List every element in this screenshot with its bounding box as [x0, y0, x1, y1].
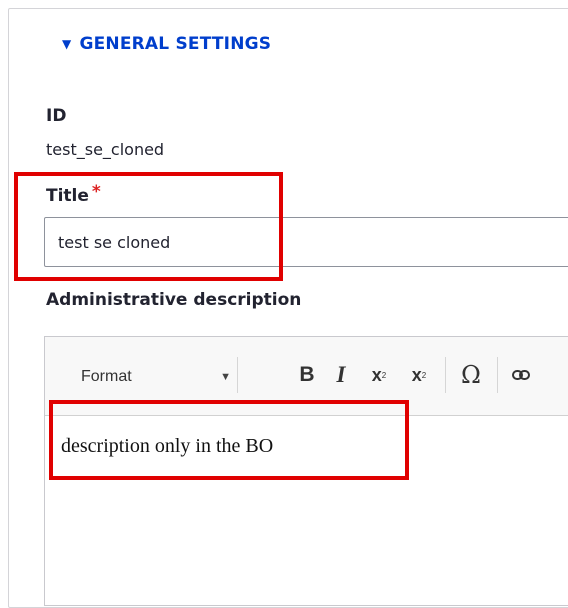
editor-content[interactable]: description only in the BO	[61, 435, 273, 458]
rich-text-editor: Format ▼ B I x2 x2 Ω description only in…	[44, 336, 568, 606]
italic-button[interactable]: I	[325, 359, 357, 391]
admin-description-label: Administrative description	[46, 290, 302, 310]
toolbar-separator	[445, 357, 446, 393]
format-dropdown[interactable]: Format ▼	[81, 363, 231, 391]
title-label-text: Title	[46, 186, 89, 206]
link-icon	[512, 370, 530, 380]
link-button[interactable]	[505, 359, 537, 391]
title-label: Title *	[46, 182, 101, 206]
special-character-button[interactable]: Ω	[455, 359, 487, 391]
title-input[interactable]	[44, 217, 568, 267]
caret-down-icon: ▼	[220, 371, 231, 383]
id-label: ID	[46, 106, 67, 126]
general-settings-toggle[interactable]: ▼ GENERAL SETTINGS	[62, 34, 271, 54]
subscript-mark: 2	[381, 370, 387, 380]
superscript-mark: 2	[421, 370, 427, 380]
bold-button[interactable]: B	[291, 359, 323, 391]
subscript-glyph: x	[371, 364, 382, 385]
superscript-button[interactable]: x2	[403, 359, 435, 391]
toolbar-separator	[497, 357, 498, 393]
editor-toolbar: Format ▼ B I x2 x2 Ω	[45, 337, 568, 416]
superscript-glyph: x	[411, 364, 422, 385]
format-dropdown-label: Format	[81, 368, 132, 385]
id-value: test_se_cloned	[46, 140, 165, 159]
subscript-button[interactable]: x2	[363, 359, 395, 391]
general-settings-label: GENERAL SETTINGS	[79, 34, 272, 54]
required-asterisk: *	[91, 182, 101, 202]
toolbar-separator	[237, 357, 238, 393]
triangle-down-icon: ▼	[62, 37, 72, 51]
